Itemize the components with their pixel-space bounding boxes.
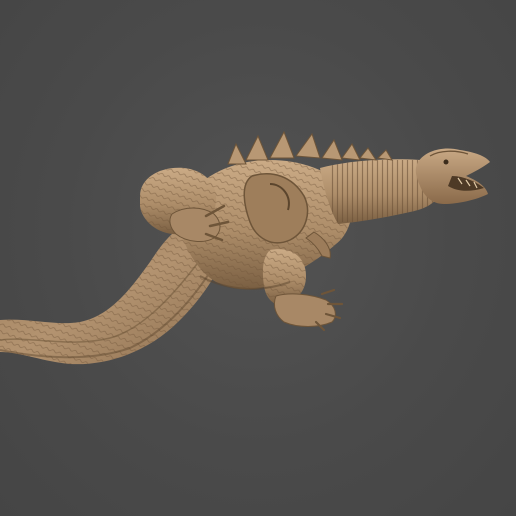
- creature-sculpt-model: [0, 130, 490, 365]
- dorsal-spikes: [227, 130, 393, 165]
- eye-icon: [443, 159, 449, 165]
- head: [415, 148, 490, 204]
- render-viewport: [0, 0, 516, 516]
